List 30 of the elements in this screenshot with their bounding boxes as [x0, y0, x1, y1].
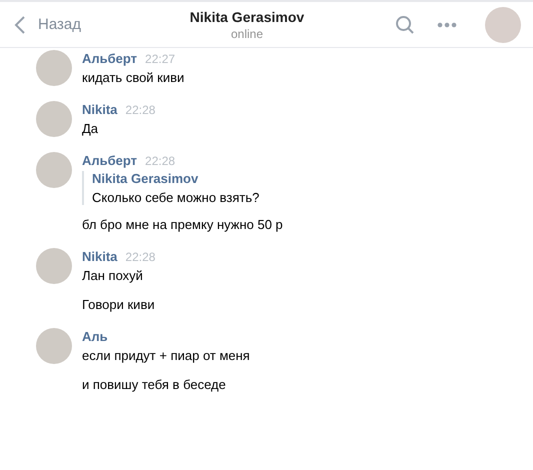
message-text: бл бро мне на премку нужно 50 р	[82, 216, 283, 234]
message-text: и повишу тебя в беседе	[82, 376, 227, 394]
avatar-placeholder[interactable]	[36, 101, 72, 137]
sender-name[interactable]: Nikita	[82, 249, 118, 264]
avatar-placeholder[interactable]	[36, 50, 72, 86]
message-text: Да	[82, 120, 100, 138]
chevron-left-icon	[14, 14, 26, 34]
search-icon[interactable]	[395, 14, 415, 34]
quoted-sender: Nikita Gerasimov	[92, 171, 200, 186]
sender-name[interactable]: Аль	[82, 329, 108, 344]
message-time: 22:27	[145, 52, 176, 66]
message-text: кидать свой киви	[82, 69, 184, 87]
message-text: если придут + пиар от меня	[82, 347, 250, 365]
chat-title: Nikita Gerasimov	[188, 8, 306, 24]
avatar-placeholder[interactable]	[36, 248, 72, 284]
avatar-placeholder[interactable]	[485, 6, 521, 42]
online-status: online	[230, 26, 264, 40]
message-text: Говори киви	[82, 296, 156, 314]
sender-name[interactable]: Альберт	[82, 51, 138, 66]
sender-name[interactable]: Nikita	[82, 102, 118, 117]
sender-name[interactable]: Альберт	[82, 153, 138, 168]
message-time: 22:28	[125, 250, 156, 264]
message-text: Лан похуй	[82, 267, 144, 285]
avatar-placeholder[interactable]	[36, 152, 72, 188]
back-button[interactable]: Назад	[14, 14, 81, 34]
more-icon[interactable]	[437, 22, 457, 28]
message-time: 22:28	[145, 154, 176, 168]
avatar-placeholder[interactable]	[36, 328, 72, 364]
quoted-text: Сколько себе можно взять?	[92, 190, 260, 205]
message-time: 22:28	[125, 103, 156, 117]
